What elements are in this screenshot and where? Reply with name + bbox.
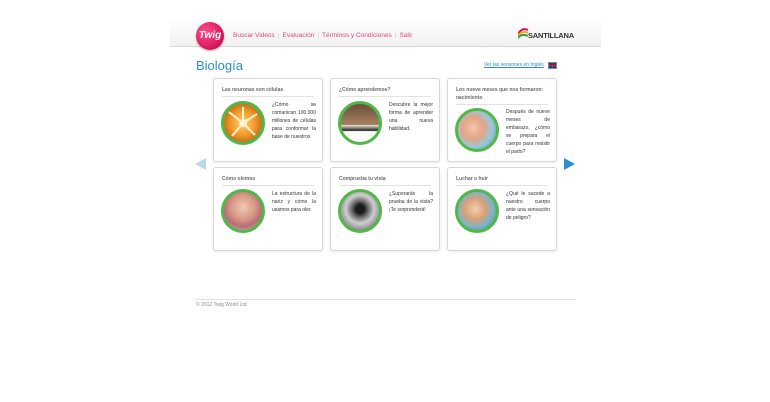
card-description: ¿Qué le sucede a nuestro cuerpo ante una…: [506, 191, 550, 221]
card-title[interactable]: Las neuronas son células: [222, 86, 314, 97]
video-thumbnail[interactable]: [221, 189, 265, 233]
uk-flag-icon: [548, 62, 557, 69]
video-card[interactable]: Cómo olemos La estructura de la nariz y …: [213, 167, 323, 251]
video-thumbnail[interactable]: [455, 108, 499, 152]
nav-buscar-videos[interactable]: Buscar Videos: [233, 32, 275, 39]
neuron-icon: [228, 107, 258, 137]
video-thumbnail[interactable]: [338, 189, 382, 233]
nav-salir[interactable]: Salir: [399, 32, 412, 39]
english-versions-link[interactable]: Ver las versiones en Inglés: [484, 62, 544, 68]
nav-separator: |: [277, 32, 280, 39]
video-card[interactable]: Los nueve meses que nos formaron: nacimi…: [447, 78, 557, 162]
card-description: ¿Cómo se comunican 100.000 millones de c…: [272, 102, 316, 140]
video-card[interactable]: Comprueba tu vista ¿Superarás la prueba …: [330, 167, 440, 251]
card-description: Descubre la mejor forma de aprender una …: [389, 102, 433, 132]
card-title[interactable]: Luchar o huir: [456, 175, 548, 186]
nav-terminos[interactable]: Términos y Condiciones: [322, 32, 392, 39]
nav-evaluacion[interactable]: Evaluación: [283, 32, 315, 39]
previous-arrow-icon[interactable]: [195, 158, 206, 170]
card-title[interactable]: ¿Cómo aprendemos?: [339, 86, 431, 97]
next-arrow-icon[interactable]: [564, 158, 575, 170]
card-description: ¿Superarás la prueba de la vista? ¡Te so…: [389, 191, 433, 213]
card-title[interactable]: Cómo olemos: [222, 175, 314, 186]
card-title[interactable]: Los nueve meses que nos formaron: nacimi…: [456, 86, 548, 105]
video-card[interactable]: Luchar o huir ¿Qué le sucede a nuestro c…: [447, 167, 557, 251]
footer-divider: [196, 299, 576, 300]
page-title: Biología: [196, 58, 243, 73]
card-title[interactable]: Comprueba tu vista: [339, 175, 431, 186]
footer-copyright: © 2012 Twig World Ltd: [196, 302, 247, 308]
santillana-brand: SANTILLANA: [528, 31, 574, 40]
video-thumbnail[interactable]: [221, 101, 265, 145]
top-nav: Buscar Videos | Evaluación | Términos y Cond…: [233, 32, 412, 39]
nav-separator: |: [317, 32, 320, 39]
card-description: La estructura de la nariz y cómo la usam…: [272, 191, 316, 213]
nav-separator: |: [394, 32, 397, 39]
video-card[interactable]: ¿Cómo aprendemos? Descubre la mejor form…: [330, 78, 440, 162]
twig-logo[interactable]: Twig: [196, 22, 224, 50]
video-thumbnail[interactable]: [338, 101, 382, 145]
card-description: Después de nueve meses de embarazo, ¿cóm…: [506, 109, 550, 155]
video-card[interactable]: Las neuronas son células ¿Cómo se comuni…: [213, 78, 323, 162]
video-thumbnail[interactable]: [455, 189, 499, 233]
